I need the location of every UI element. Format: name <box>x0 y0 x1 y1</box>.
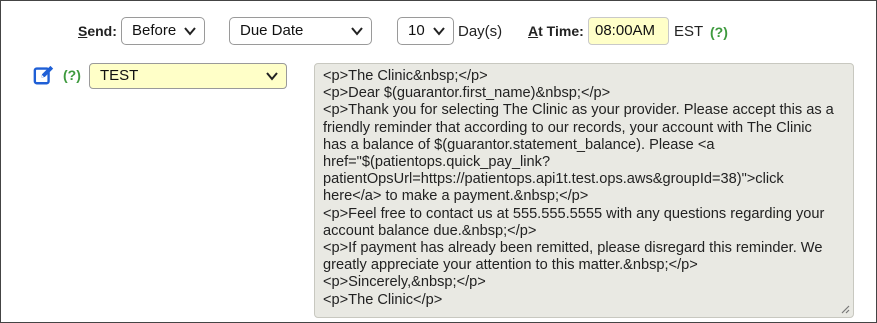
message-body-line: <p>If payment has already been remitted,… <box>323 240 823 257</box>
send-date-field-value: Due Date <box>240 22 304 39</box>
message-body-line: <p>Thank you for selecting The Clinic as… <box>323 102 834 119</box>
timezone-label: EST <box>674 23 704 40</box>
template-help-link[interactable]: (?) <box>63 67 81 83</box>
at-time-help-link[interactable]: (?) <box>710 24 728 40</box>
at-time-value: 08:00AM <box>595 22 656 39</box>
edit-icon[interactable] <box>33 64 55 86</box>
chevron-down-icon <box>351 27 363 36</box>
template-select[interactable]: TEST <box>89 63 287 89</box>
message-body-line: account balance due.&nbsp;</p> <box>323 222 537 239</box>
message-body-line: here</a> to make a payment.&nbsp;</p> <box>323 188 589 205</box>
message-body-line: href="$(patientops.quick_pay_link? <box>323 154 551 171</box>
message-body-line: <p>Feel free to contact us at 555.555.55… <box>323 205 825 222</box>
message-body-line: has a balance of $(guarantor.statement_b… <box>323 136 715 153</box>
template-select-value: TEST <box>100 67 139 84</box>
resize-grip-icon[interactable] <box>840 304 850 314</box>
message-body-line: friendly reminder that according to our … <box>323 119 812 136</box>
send-date-field-select[interactable]: Due Date <box>229 17 372 45</box>
reminder-settings-panel: Send: Before Due Date 10 Day(s) At Time:… <box>0 0 877 323</box>
message-body-line: patientOpsUrl=https://patientops.api1t.t… <box>323 171 784 188</box>
send-label: Send: <box>78 23 117 39</box>
message-body-line: <p>Dear $(guarantor.first_name)&nbsp;</p… <box>323 85 611 102</box>
chevron-down-icon <box>266 72 278 81</box>
at-time-input[interactable]: 08:00AM <box>588 17 669 45</box>
send-timing-value: Before <box>132 22 177 39</box>
days-unit-label: Day(s) <box>458 23 503 40</box>
chevron-down-icon <box>433 27 445 36</box>
message-body-line: greatly appreciate your attention to thi… <box>323 257 698 274</box>
message-body-line: <p>The Clinic</p> <box>323 291 443 308</box>
at-time-label: At Time: <box>528 23 584 39</box>
message-body-line: <p>Sincerely,&nbsp;</p> <box>323 274 486 291</box>
send-timing-select[interactable]: Before <box>121 17 205 45</box>
send-days-value: 10 <box>408 22 425 39</box>
chevron-down-icon <box>184 27 196 36</box>
send-row: Send: Before Due Date 10 Day(s) At Time:… <box>1 17 876 45</box>
message-body-line: <p>The Clinic&nbsp;</p> <box>323 68 488 84</box>
send-days-select[interactable]: 10 <box>397 17 454 45</box>
message-body-textarea[interactable]: <p>The Clinic&nbsp;</p> <p>Dear $(guaran… <box>314 63 854 318</box>
